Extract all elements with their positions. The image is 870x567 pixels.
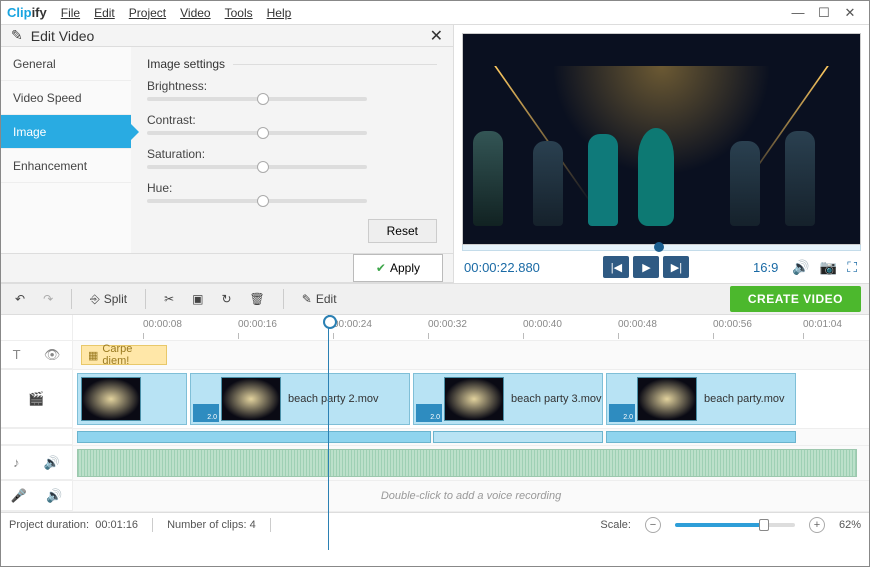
menubar: Clipify File Edit Project Video Tools He… (1, 1, 869, 25)
tick: 00:01:04 (803, 319, 842, 330)
snapshot-icon[interactable]: 📷 (820, 259, 837, 276)
tab-enhancement[interactable]: Enhancement (1, 149, 131, 183)
edit-clip-button[interactable]: ✎ Edit (296, 289, 343, 309)
apply-button[interactable]: ✔Apply (353, 254, 443, 282)
video-track-icon[interactable]: 🎬 (28, 391, 44, 407)
time-ruler[interactable]: 00:00:08 00:00:16 00:00:24 00:00:32 00:0… (73, 315, 869, 341)
tick: 00:00:24 (333, 319, 372, 330)
settings-heading: Image settings (147, 57, 225, 71)
delete-button[interactable]: 🗑 (244, 289, 271, 309)
tick: 00:00:32 (428, 319, 467, 330)
audio-volume-icon[interactable]: 🔊 (44, 455, 60, 471)
app-logo: Clipify (7, 5, 47, 20)
split-button[interactable]: ⎆ Split (84, 289, 133, 310)
preview-timestamp: 00:00:22.880 (464, 260, 540, 275)
tick: 00:00:48 (618, 319, 657, 330)
preview-video[interactable] (462, 33, 861, 245)
create-video-button[interactable]: CREATE VIDEO (730, 286, 861, 312)
menu-video[interactable]: Video (180, 6, 210, 20)
saturation-slider[interactable] (147, 165, 367, 169)
brightness-label: Brightness: (147, 79, 437, 93)
video-clip[interactable]: beach party.mov (606, 373, 796, 425)
check-icon: ✔ (376, 261, 386, 275)
clip-count: Number of clips: 4 (167, 519, 256, 531)
video-clip[interactable]: beach party 3.mov (413, 373, 603, 425)
timeline: 00:00:08 00:00:16 00:00:24 00:00:32 00:0… (1, 315, 869, 512)
cut-button[interactable]: ✂ (158, 289, 180, 309)
zoom-percent: 62% (839, 519, 861, 531)
close-panel-icon[interactable]: ✕ (430, 26, 443, 46)
edit-sidenav: General Video Speed Image Enhancement (1, 47, 131, 253)
close-window-icon[interactable]: ✕ (837, 4, 863, 22)
minimize-icon[interactable]: — (785, 4, 811, 22)
tick: 00:00:16 (238, 319, 277, 330)
zoom-slider[interactable] (675, 523, 795, 527)
hue-label: Hue: (147, 181, 437, 195)
project-duration: Project duration: 00:01:16 (9, 519, 138, 531)
fullscreen-icon[interactable]: ⛶ (847, 259, 857, 276)
preview-scrubber[interactable] (462, 245, 861, 251)
voice-volume-icon[interactable]: 🔊 (46, 488, 62, 504)
undo-button[interactable]: ↶ (9, 289, 31, 309)
menu-project[interactable]: Project (129, 6, 166, 20)
menu-tools[interactable]: Tools (225, 6, 253, 20)
tick: 00:00:56 (713, 319, 752, 330)
image-settings: Image settings Brightness: Contrast: Sat… (131, 47, 453, 253)
saturation-label: Saturation: (147, 147, 437, 161)
tab-image[interactable]: Image (1, 115, 131, 149)
brightness-slider[interactable] (147, 97, 367, 101)
playhead[interactable] (328, 315, 329, 550)
text-track-icon[interactable]: T (13, 347, 21, 362)
tick: 00:00:08 (143, 319, 182, 330)
mic-track-icon[interactable]: 🎤 (11, 488, 27, 504)
video-bar-track[interactable] (73, 429, 869, 445)
edit-video-panel: ✎ Edit Video ✕ General Video Speed Image… (1, 25, 454, 283)
statusbar: Project duration: 00:01:16 Number of cli… (1, 512, 869, 536)
audio-track[interactable] (73, 446, 869, 480)
visibility-icon[interactable]: 👁 (44, 347, 61, 363)
video-track[interactable]: beach party 2.mov beach party 3.mov beac… (73, 370, 869, 428)
preview-pane: 00:00:22.880 |◀ ▶ ▶| 16:9 🔊 📷 ⛶ (454, 25, 869, 283)
scale-label: Scale: (600, 519, 631, 531)
timeline-toolbar: ↶ ↷ ⎆ Split ✂ ▣ ↻ 🗑 ✎ Edit CREATE VIDEO (1, 283, 869, 315)
zoom-out-button[interactable]: − (645, 517, 661, 533)
text-track[interactable]: ▦ Carpe diem! (73, 341, 869, 369)
edit-icon: ✎ (11, 27, 23, 44)
contrast-label: Contrast: (147, 113, 437, 127)
voice-hint: Double-click to add a voice recording (73, 481, 869, 511)
text-clip[interactable]: ▦ Carpe diem! (81, 345, 167, 365)
volume-icon[interactable]: 🔊 (792, 259, 809, 276)
aspect-ratio: 16:9 (753, 260, 778, 275)
rotate-button[interactable]: ↻ (215, 289, 237, 309)
zoom-in-button[interactable]: + (809, 517, 825, 533)
panel-title: Edit Video (31, 28, 430, 44)
redo-button[interactable]: ↷ (37, 289, 59, 309)
prev-frame-button[interactable]: |◀ (603, 256, 629, 278)
menu-help[interactable]: Help (267, 6, 292, 20)
contrast-slider[interactable] (147, 131, 367, 135)
play-button[interactable]: ▶ (633, 256, 659, 278)
reset-button[interactable]: Reset (368, 219, 437, 243)
hue-slider[interactable] (147, 199, 367, 203)
video-clip[interactable]: beach party 2.mov (190, 373, 410, 425)
voice-track[interactable]: Double-click to add a voice recording (73, 481, 869, 511)
crop-button[interactable]: ▣ (186, 289, 209, 309)
tab-video-speed[interactable]: Video Speed (1, 81, 131, 115)
music-track-icon[interactable]: ♪ (13, 455, 20, 470)
menu-file[interactable]: File (61, 6, 80, 20)
tab-general[interactable]: General (1, 47, 131, 81)
tick: 00:00:40 (523, 319, 562, 330)
maximize-icon[interactable]: ☐ (811, 4, 837, 22)
video-clip[interactable] (77, 373, 187, 425)
menu-edit[interactable]: Edit (94, 6, 115, 20)
next-frame-button[interactable]: ▶| (663, 256, 689, 278)
